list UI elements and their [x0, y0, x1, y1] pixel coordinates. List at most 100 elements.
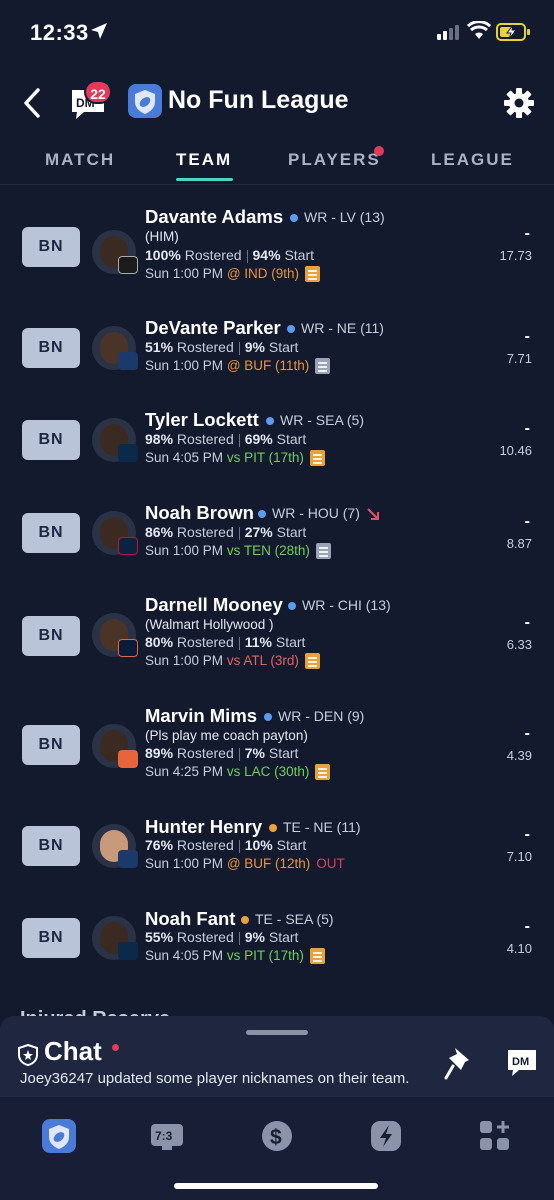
- projected-points: 10.46: [499, 443, 532, 458]
- roster-row[interactable]: BN Tyler Lockett WR - SEA (5) 98% Roster…: [0, 403, 554, 503]
- drag-handle[interactable]: [246, 1030, 308, 1035]
- svg-text:7:3: 7:3: [155, 1129, 173, 1143]
- slot-button[interactable]: BN: [22, 328, 80, 368]
- chat-sheet[interactable]: Chat Joey36247 updated some player nickn…: [0, 1016, 554, 1096]
- slot-button[interactable]: BN: [22, 826, 80, 866]
- game-info: Sun 4:25 PM vs LAC (30th): [145, 764, 331, 781]
- tab-team[interactable]: TEAM: [176, 150, 232, 170]
- roster-row[interactable]: BN Davante Adams WR - LV (13) (HIM) 100%…: [0, 200, 554, 300]
- battery-charging-icon: [496, 23, 530, 41]
- player-note-icon[interactable]: [315, 764, 331, 781]
- pin-icon[interactable]: [443, 1046, 473, 1080]
- player-avatar[interactable]: [92, 824, 138, 868]
- game-info: Sun 1:00 PM vs TEN (28th): [145, 543, 331, 560]
- bottom-nav: 7:3 $: [0, 1096, 554, 1200]
- position-team: WR - SEA (5): [266, 412, 364, 428]
- position-dot: [288, 602, 296, 611]
- player-note-icon[interactable]: [309, 450, 325, 467]
- player-name[interactable]: Tyler Lockett: [145, 409, 259, 431]
- player-avatar[interactable]: [92, 418, 138, 462]
- position-dot: [264, 713, 272, 722]
- player-stats: 80% Rostered 11% Start: [145, 634, 306, 650]
- slot-button[interactable]: BN: [22, 513, 80, 553]
- slot-button[interactable]: BN: [22, 616, 80, 656]
- projected-points: 7.10: [506, 849, 532, 864]
- game-info: Sun 1:00 PM @ BUF (12th) OUT: [145, 856, 345, 871]
- position-team: TE - SEA (5): [241, 911, 334, 927]
- svg-text:DM: DM: [512, 1056, 529, 1068]
- player-note-icon[interactable]: [315, 543, 331, 560]
- player-stats: 86% Rostered 27% Start: [145, 524, 307, 540]
- roster-row[interactable]: BN Hunter Henry TE - NE (11) 76% Rostere…: [0, 810, 554, 910]
- projected-points: 17.73: [499, 248, 532, 263]
- wifi-icon: [467, 21, 491, 39]
- roster-row[interactable]: BN Darnell Mooney WR - CHI (13) (Walmart…: [0, 588, 554, 688]
- player-name[interactable]: Darnell Mooney: [145, 594, 283, 616]
- player-stats: 76% Rostered 10% Start: [145, 837, 307, 853]
- dollar-icon[interactable]: $: [260, 1119, 294, 1153]
- projected-points: 4.10: [506, 941, 532, 956]
- chat-latest-message[interactable]: Joey36247 updated some player nicknames …: [20, 1070, 409, 1087]
- roster-row[interactable]: BN Marvin Mims WR - DEN (9) (Pls play me…: [0, 699, 554, 799]
- player-avatar[interactable]: [92, 326, 138, 370]
- player-stats: 98% Rostered 69% Start: [145, 431, 307, 447]
- dm-badge-count: 22: [84, 80, 112, 104]
- player-name[interactable]: Noah Fant: [145, 908, 235, 930]
- slot-button[interactable]: BN: [22, 227, 80, 267]
- player-avatar[interactable]: [92, 916, 138, 960]
- slot-button[interactable]: BN: [22, 725, 80, 765]
- projection-dash: -: [524, 420, 530, 437]
- roster-row[interactable]: BN DeVante Parker WR - NE (11) 51% Roste…: [0, 311, 554, 411]
- player-avatar[interactable]: [92, 230, 138, 274]
- roster-row[interactable]: BN Noah Brown WR - HOU (7) 86% Rostered 2…: [0, 496, 554, 596]
- player-name[interactable]: Davante Adams: [145, 206, 283, 228]
- apps-grid-icon[interactable]: [478, 1119, 512, 1153]
- chat-title[interactable]: Chat: [44, 1036, 102, 1067]
- roster-list[interactable]: BN Davante Adams WR - LV (13) (HIM) 100%…: [0, 190, 554, 1020]
- player-stats: 89% Rostered 7% Start: [145, 745, 299, 761]
- tab-match[interactable]: MATCH: [45, 150, 115, 170]
- injury-status: OUT: [316, 856, 345, 871]
- tab-players[interactable]: PLAYERS: [288, 150, 381, 170]
- active-tab-indicator: [176, 178, 233, 181]
- player-avatar[interactable]: [92, 724, 138, 768]
- player-name[interactable]: Noah Brown: [145, 502, 254, 524]
- league-logo-icon: [128, 84, 162, 118]
- player-note-icon[interactable]: [315, 358, 331, 375]
- player-stats: 100% Rostered 94% Start: [145, 247, 315, 263]
- game-info: Sun 4:05 PM vs PIT (17th): [145, 450, 325, 467]
- player-nickname: (Walmart Hollywood ): [145, 617, 274, 632]
- player-nickname: (HIM): [145, 229, 179, 244]
- player-avatar[interactable]: [92, 511, 138, 555]
- svg-text:$: $: [270, 1126, 282, 1149]
- projection-dash: -: [524, 328, 530, 345]
- game-info: Sun 1:00 PM @ IND (9th): [145, 266, 321, 283]
- player-name[interactable]: DeVante Parker: [145, 317, 281, 339]
- player-stats: 51% Rostered 9% Start: [145, 339, 299, 355]
- position-team: WR - HOU (7): [258, 505, 380, 521]
- cellular-signal-icon: [437, 25, 459, 40]
- position-dot: [258, 510, 266, 519]
- league-shield-icon[interactable]: [42, 1119, 76, 1153]
- player-note-icon[interactable]: [309, 948, 325, 965]
- slot-button[interactable]: BN: [22, 420, 80, 460]
- lightning-icon[interactable]: [369, 1119, 403, 1153]
- projected-points: 8.87: [506, 536, 532, 551]
- dm-chat-button[interactable]: DM: [505, 1048, 539, 1078]
- player-avatar[interactable]: [92, 613, 138, 657]
- status-time: 12:33: [30, 20, 89, 45]
- player-note-icon[interactable]: [305, 266, 321, 283]
- status-bar: 12:33: [0, 0, 554, 66]
- slot-button[interactable]: BN: [22, 918, 80, 958]
- settings-gear-button[interactable]: [502, 86, 536, 120]
- projection-dash: -: [524, 826, 530, 843]
- roster-row[interactable]: BN Noah Fant TE - SEA (5) 55% Rostered 9%…: [0, 902, 554, 1002]
- player-name[interactable]: Marvin Mims: [145, 705, 257, 727]
- game-info: Sun 1:00 PM @ BUF (11th): [145, 358, 331, 375]
- chat-unread-dot: [112, 1044, 119, 1051]
- player-note-icon[interactable]: [304, 653, 320, 670]
- player-name[interactable]: Hunter Henry: [145, 816, 262, 838]
- back-button[interactable]: [18, 86, 48, 120]
- tab-league[interactable]: LEAGUE: [431, 150, 514, 170]
- scoreboard-icon[interactable]: 7:3: [150, 1119, 184, 1153]
